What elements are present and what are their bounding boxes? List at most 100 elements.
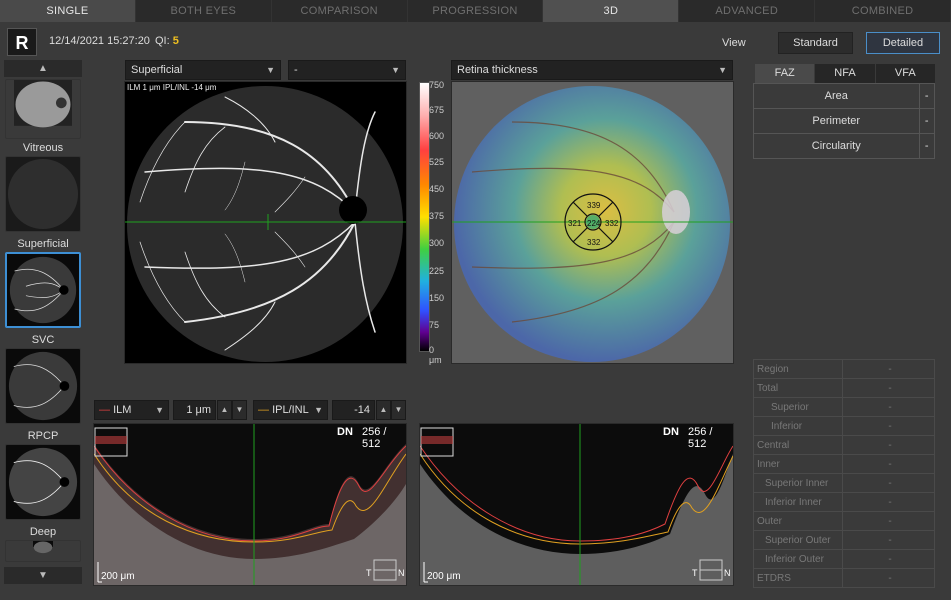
- tab-comparison[interactable]: COMPARISON: [272, 0, 408, 22]
- upper-offset-input[interactable]: 1 μm: [173, 400, 216, 420]
- region-value: -: [842, 397, 935, 417]
- thumb-svc[interactable]: [5, 348, 81, 424]
- thumb-superficial[interactable]: [5, 252, 81, 328]
- scale-tick: 675: [429, 105, 445, 115]
- scale-tick: 150: [429, 293, 445, 303]
- thumb-deep[interactable]: [5, 540, 81, 562]
- tab-progression[interactable]: PROGRESSION: [408, 0, 544, 22]
- region-value: -: [842, 378, 935, 398]
- table-row: Central -: [753, 435, 935, 455]
- region-label: Inferior: [753, 416, 843, 436]
- table-row: Region -: [753, 359, 935, 379]
- bscan-right-image: [419, 424, 734, 585]
- scale-unit: μm: [429, 355, 442, 365]
- bscan-right-panel[interactable]: DN 256 / 512 200 μm T N: [419, 423, 734, 586]
- tab-single[interactable]: SINGLE: [0, 0, 136, 22]
- bscan-left-image: [93, 424, 407, 585]
- thumb-rpcp[interactable]: [5, 444, 81, 520]
- scale-tick: 525: [429, 157, 445, 167]
- faz-table: Area - Perimeter - Circularity -: [753, 83, 935, 159]
- map-type-select-value: Retina thickness: [457, 64, 538, 76]
- region-value: -: [842, 511, 935, 531]
- region-label: Region: [753, 359, 843, 379]
- table-row: Area -: [753, 83, 935, 109]
- etdrs-nasal: 332: [605, 219, 619, 228]
- region-label: Superior: [753, 397, 843, 417]
- quality-index: QI: 5: [155, 35, 179, 47]
- table-row: Superior -: [753, 397, 935, 417]
- thumb-scroll-up-button[interactable]: ▲: [4, 60, 82, 77]
- etdrs-temporal: 321: [568, 219, 582, 228]
- faz-label: Area: [753, 83, 920, 109]
- table-row: Superior Outer -: [753, 530, 935, 550]
- tab-3d[interactable]: 3D: [543, 0, 680, 22]
- tab-faz[interactable]: FAZ: [755, 64, 816, 83]
- bscan-temporal-label: T: [366, 568, 372, 578]
- detailed-button[interactable]: Detailed: [866, 32, 940, 54]
- upper-layer-value: ILM: [113, 404, 132, 416]
- lower-offset-input[interactable]: -14 μm: [332, 400, 375, 434]
- bscan-direction: DN: [337, 426, 353, 438]
- tab-nfa[interactable]: NFA: [815, 64, 876, 83]
- table-row: Perimeter -: [753, 108, 935, 134]
- chevron-down-icon: ▼: [314, 405, 323, 415]
- region-label: Inner: [753, 454, 843, 474]
- thumb-top[interactable]: [5, 79, 81, 139]
- chevron-down-icon: ▼: [391, 65, 400, 75]
- thumb-label-svc: SVC: [31, 334, 55, 346]
- upper-offset-up-button[interactable]: ▲: [217, 400, 232, 420]
- tab-advanced[interactable]: ADVANCED: [679, 0, 816, 22]
- map-type-select[interactable]: Retina thickness ▼: [451, 60, 733, 80]
- view-label: View: [722, 37, 746, 49]
- table-row: ETDRS -: [753, 568, 935, 588]
- region-value: -: [842, 492, 935, 512]
- region-value: -: [842, 416, 935, 436]
- region-label: Inferior Inner: [753, 492, 843, 512]
- region-label: Total: [753, 378, 843, 398]
- table-row: Inferior -: [753, 416, 935, 436]
- region-value: -: [842, 435, 935, 455]
- thumb-vitreous[interactable]: [5, 156, 81, 232]
- lower-layer-select[interactable]: — IPL/INL ▼: [253, 400, 328, 420]
- mode-tabs: SINGLE BOTH EYES COMPARISON PROGRESSION …: [0, 0, 951, 22]
- bscan-scale: 200 μm: [101, 571, 135, 582]
- upper-offset-down-button[interactable]: ▼: [232, 400, 247, 420]
- region-label: Inferior Outer: [753, 549, 843, 569]
- layer-select[interactable]: Superficial ▼: [125, 60, 281, 80]
- faz-value: -: [918, 133, 935, 159]
- scale-tick: 300: [429, 238, 445, 248]
- scale-tick: 600: [429, 131, 445, 141]
- bscan-left-panel[interactable]: DN 256 / 512 200 μm T N: [93, 423, 407, 586]
- tab-both-eyes[interactable]: BOTH EYES: [136, 0, 272, 22]
- upper-layer-select[interactable]: — ILM ▼: [94, 400, 169, 420]
- lower-offset-down-button[interactable]: ▼: [391, 400, 406, 420]
- lower-offset-up-button[interactable]: ▲: [376, 400, 391, 420]
- lower-layer-value: IPL/INL: [272, 404, 309, 416]
- qi-value: 5: [172, 35, 179, 47]
- bscan-slice: 256 / 512: [688, 426, 713, 450]
- thumb-scroll-down-button[interactable]: ▼: [4, 567, 82, 584]
- tab-combined[interactable]: COMBINED: [815, 0, 951, 22]
- ipl-line-icon: —: [258, 404, 269, 416]
- second-layer-select[interactable]: - ▼: [288, 60, 406, 80]
- table-row: Outer -: [753, 511, 935, 531]
- chevron-down-icon: ▼: [155, 405, 164, 415]
- faz-value: -: [918, 83, 935, 109]
- standard-button[interactable]: Standard: [778, 32, 853, 54]
- scale-tick: 450: [429, 184, 445, 194]
- faz-label: Perimeter: [753, 108, 920, 134]
- layer-select-value: Superficial: [131, 64, 183, 76]
- table-row: Total -: [753, 378, 935, 398]
- analysis-tabs: FAZ NFA VFA: [755, 64, 936, 83]
- angiogram-image: [125, 82, 406, 363]
- region-label: ETDRS: [753, 568, 843, 588]
- tab-vfa[interactable]: VFA: [875, 64, 936, 83]
- table-row: Inner -: [753, 454, 935, 474]
- etdrs-superior: 339: [587, 201, 601, 210]
- bscan-slice: 256 / 512: [362, 426, 387, 450]
- thickness-map-panel[interactable]: 339 321 224 332 332: [451, 81, 734, 364]
- qi-label: QI:: [155, 35, 170, 47]
- region-value: -: [842, 473, 935, 493]
- enface-angiogram-panel[interactable]: ILM 1 μm IPL/INL -14 μm: [124, 81, 407, 364]
- region-value: -: [842, 454, 935, 474]
